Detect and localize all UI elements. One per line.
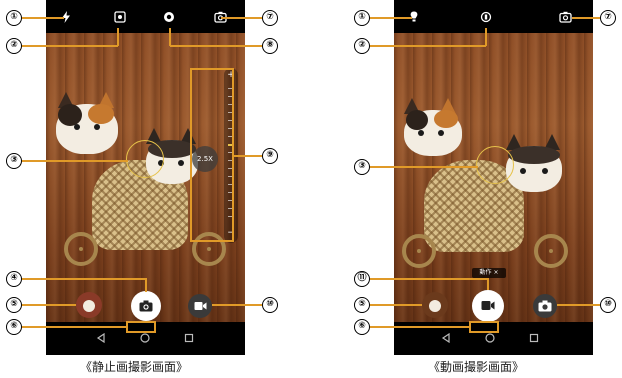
leader-line [221,17,262,19]
leader-line [169,28,171,46]
callout-2: ② [6,38,22,54]
leader-line [22,45,118,47]
leader-line [370,17,412,19]
kitten-eye [520,168,526,174]
video-camera-screen: 動作 × [394,0,593,355]
kitten-patch [58,104,82,126]
highlight-box [190,68,234,242]
callout-1: ① [6,10,22,26]
highlight-box [126,321,156,333]
callout-5: ⑤ [354,297,370,313]
record-dot-icon[interactable] [480,11,492,23]
record-button[interactable] [472,290,504,322]
kitten-eye [418,130,424,136]
home-icon[interactable] [485,333,495,343]
leader-line [485,28,487,46]
cart-wheel [64,232,98,266]
callout-10: ⑩ [262,297,278,313]
leader-line [370,304,422,306]
home-icon[interactable] [140,333,150,343]
leader-line [557,304,600,306]
kitten-eye [74,124,80,130]
callout-7: ⑦ [262,10,278,26]
settings-icon[interactable] [114,11,126,23]
highlight-box [469,321,499,333]
shutter-button[interactable] [131,291,161,321]
callout-6: ⑥ [6,319,22,335]
leader-line [370,166,478,168]
switch-camera-icon[interactable] [559,11,572,23]
still-mode-button[interactable] [533,294,557,318]
leader-line [22,17,64,19]
back-icon[interactable] [441,333,451,343]
kitten-patch [406,110,428,130]
cart-wheel [402,234,436,268]
leader-line [170,45,262,47]
back-icon[interactable] [96,333,106,343]
callout-5: ⑤ [6,297,22,313]
callout-3: ③ [354,159,370,175]
callout-8: ⑧ [262,38,278,54]
camera-icon [139,300,153,312]
leader-line [370,326,469,328]
thumbnail-cat [429,300,441,312]
kitten-eye [178,160,184,166]
leader-line [487,278,489,290]
callout-10: ⑩ [600,297,616,313]
callout-3: ③ [6,153,22,169]
leader-line [22,278,146,280]
caption-still: 《静止画撮影画面》 [80,360,189,374]
kitten-eye [438,130,444,136]
leader-line [145,278,147,292]
focus-frame [476,146,514,184]
leader-line [212,304,262,306]
video-mode-button[interactable] [188,294,212,318]
video-camera-icon [481,301,495,310]
callout-11: ⑪ [354,271,370,287]
callout-2: ② [354,38,370,54]
record-dot-icon[interactable] [163,11,175,23]
thumbnail-preview[interactable] [76,292,102,318]
callout-7: ⑦ [600,10,616,26]
recents-icon[interactable] [184,333,194,343]
thumbnail-preview[interactable] [422,292,448,318]
kitten-patch [88,104,114,124]
leader-line [22,304,76,306]
caption-video: 《動画撮影画面》 [428,360,525,374]
leader-line [370,45,486,47]
leader-line [22,160,128,162]
recents-icon[interactable] [529,333,539,343]
leader-line [234,155,262,157]
kitten-patch [434,110,458,128]
top-bar [394,0,593,33]
kitten-patch [508,146,560,164]
kitten-eye [94,124,100,130]
callout-6: ⑥ [354,319,370,335]
leader-line [22,326,126,328]
kitten-eye [542,168,548,174]
leader-line [370,278,488,280]
leader-line [117,28,119,46]
camera-icon [538,300,552,312]
video-camera-icon [194,302,207,310]
thumbnail-cat [83,300,95,312]
leader-line [572,17,600,19]
callout-4: ④ [6,271,22,287]
cart-wheel [534,234,568,268]
focus-frame [126,140,164,178]
top-bar [46,0,245,33]
recording-tag[interactable]: 動作 × [472,268,506,278]
callout-9: ⑨ [262,148,278,164]
callout-1: ① [354,10,370,26]
